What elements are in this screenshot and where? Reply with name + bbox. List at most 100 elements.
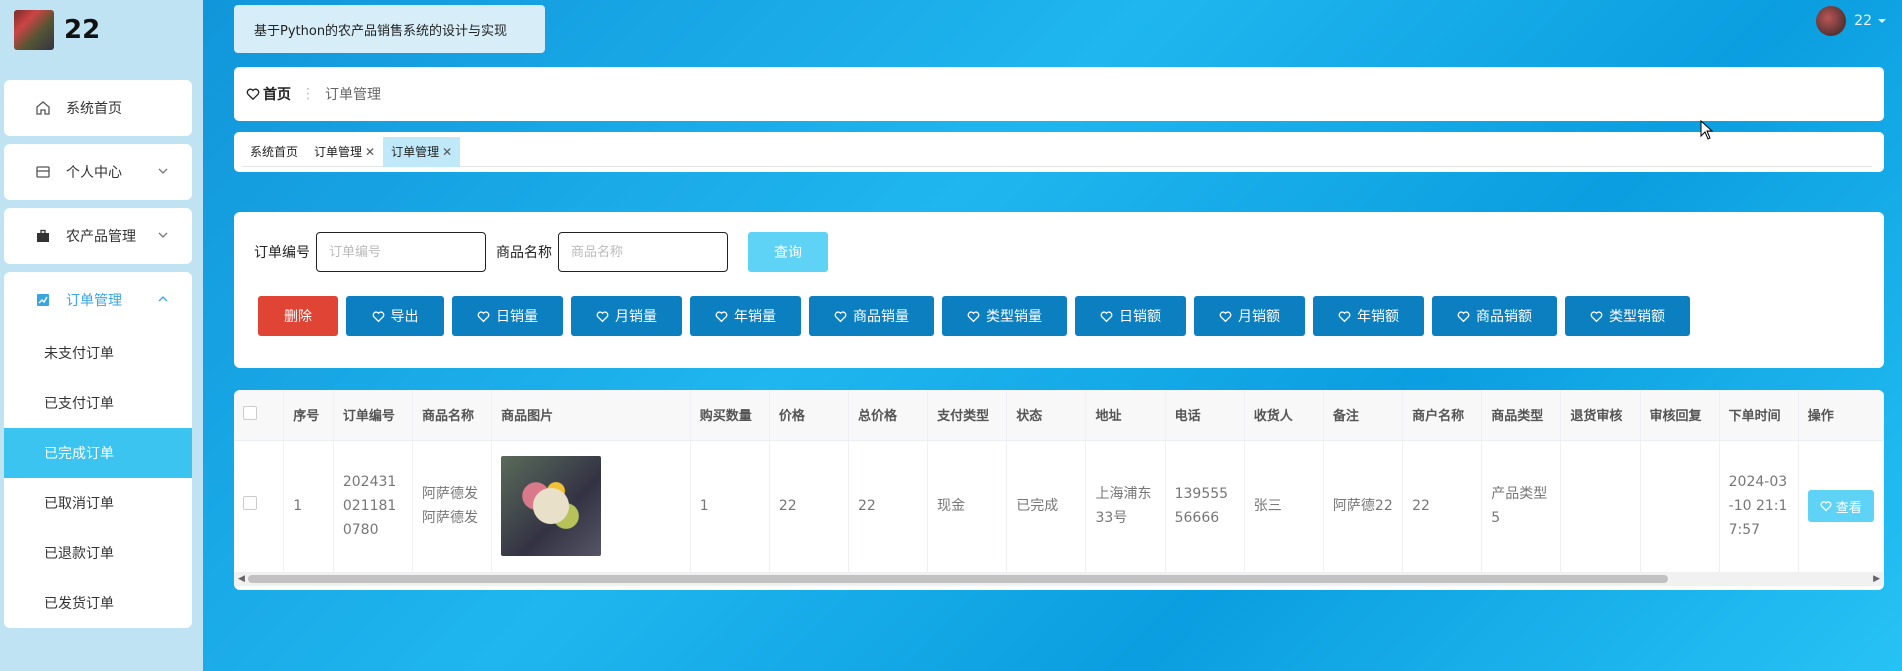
mouse-cursor-icon [1700, 120, 1714, 140]
heart-icon [477, 310, 490, 322]
brand: 22 [14, 10, 100, 50]
breadcrumb-home[interactable]: 首页 [246, 84, 291, 104]
export-button[interactable]: 导出 [346, 296, 444, 336]
header-cell: 订单编号 [333, 390, 414, 441]
scroll-right-icon[interactable]: ▶ [1873, 574, 1880, 584]
goods-name-input[interactable] [558, 232, 728, 272]
heart-icon [1219, 310, 1232, 322]
goods-name-label: 商品名称 [496, 245, 552, 261]
table-row: 1 2024310211810780 阿萨德发阿萨德发 1 22 22 现金 已… [234, 440, 1884, 572]
horizontal-scrollbar[interactable]: ◀ ▶ [234, 572, 1884, 586]
cell-index: 1 [283, 440, 334, 572]
query-button[interactable]: 查询 [748, 232, 828, 272]
type-amount-button[interactable]: 类型销额 [1565, 296, 1690, 336]
delete-label: 删除 [284, 309, 312, 325]
table-header-row: 序号 订单编号 商品名称 商品图片 购买数量 价格 总价格 支付类型 状态 地址… [234, 390, 1884, 441]
yearly-amount-button[interactable]: 年销额 [1313, 296, 1424, 336]
header-cell: 备注 [1323, 390, 1404, 441]
cell-phone: 13955556666 [1165, 440, 1245, 572]
header-cell: 商品图片 [491, 390, 691, 441]
sidebar-item-order-management[interactable]: 订单管理 [4, 272, 192, 328]
card-icon [34, 163, 52, 181]
cell-total: 22 [848, 440, 929, 572]
cell-goods-name: 阿萨德发阿萨德发 [412, 440, 493, 572]
heart-icon [1820, 501, 1832, 512]
search-row: 订单编号 商品名称 查询 [254, 232, 828, 272]
sidebar-item-personal-center[interactable]: 个人中心 [4, 144, 192, 200]
cell-address: 上海浦东33号 [1085, 440, 1166, 572]
sidebar-subitem-refunded[interactable]: 已退款订单 [4, 528, 192, 578]
sidebar-subitem-cancelled[interactable]: 已取消订单 [4, 478, 192, 528]
yearly-sales-label: 年销量 [734, 309, 776, 325]
header-cell: 审核回复 [1640, 390, 1720, 441]
sidebar-item-label: 订单管理 [66, 293, 122, 309]
sidebar: 22 系统首页 个人中心 农产品管理 订单管理 未支付订单 已支付订单 已完成订… [0, 0, 203, 671]
orders-table: 序号 订单编号 商品名称 商品图片 购买数量 价格 总价格 支付类型 状态 地址… [234, 390, 1884, 590]
daily-amount-button[interactable]: 日销额 [1075, 296, 1186, 336]
cell-status: 已完成 [1006, 440, 1087, 572]
cell-quantity: 1 [690, 440, 770, 572]
header-cell: 商品名称 [412, 390, 493, 441]
heart-icon [1590, 310, 1603, 322]
monthly-amount-button[interactable]: 月销额 [1194, 296, 1305, 336]
avatar[interactable] [1816, 6, 1847, 36]
scroll-left-icon[interactable]: ◀ [238, 574, 245, 584]
tab-order-management-active[interactable]: 订单管理 ✕ [383, 136, 461, 167]
sidebar-subitem-shipped[interactable]: 已发货订单 [4, 578, 192, 628]
scrollbar-thumb[interactable] [248, 575, 1668, 583]
monthly-sales-label: 月销量 [615, 309, 657, 325]
delete-button[interactable]: 删除 [258, 296, 338, 336]
close-icon[interactable]: ✕ [365, 145, 375, 159]
row-checkbox[interactable] [234, 440, 285, 572]
sidebar-item-label: 个人中心 [66, 165, 122, 181]
sidebar-subitem-completed[interactable]: 已完成订单 [4, 428, 192, 478]
goods-amount-label: 商品销额 [1476, 309, 1532, 325]
monthly-sales-button[interactable]: 月销量 [571, 296, 682, 336]
select-all-checkbox[interactable] [234, 390, 285, 441]
sidebar-subitem-unpaid[interactable]: 未支付订单 [4, 328, 192, 378]
sidebar-item-produce-management[interactable]: 农产品管理 [4, 208, 192, 264]
header-cell: 电话 [1165, 390, 1245, 441]
tabs-list: 系统首页 订单管理 ✕ 订单管理 ✕ [242, 136, 1872, 167]
monthly-amount-label: 月销额 [1238, 309, 1280, 325]
view-button[interactable]: 查看 [1807, 490, 1874, 523]
search-panel: 订单编号 商品名称 查询 删除 导出 日销量 月销量 年销量 商品销量 类型销量… [234, 212, 1884, 368]
sidebar-item-home[interactable]: 系统首页 [4, 80, 192, 136]
heart-icon [372, 310, 384, 322]
order-no-input[interactable] [316, 232, 486, 272]
cell-receiver: 张三 [1244, 440, 1324, 572]
breadcrumb-current: 订单管理 [325, 87, 381, 103]
action-buttons: 删除 导出 日销量 月销量 年销量 商品销量 类型销量 日销额 月销额 年销额 … [258, 296, 1698, 336]
sidebar-group-order-management: 订单管理 未支付订单 已支付订单 已完成订单 已取消订单 已退款订单 已发货订单 [4, 272, 192, 628]
goods-sales-button[interactable]: 商品销量 [809, 296, 934, 336]
heart-icon [715, 310, 728, 322]
home-icon [34, 99, 52, 117]
goods-image[interactable] [501, 456, 602, 557]
yearly-sales-button[interactable]: 年销量 [690, 296, 801, 336]
header-cell: 收货人 [1244, 390, 1324, 441]
close-icon[interactable]: ✕ [442, 145, 452, 159]
goods-sales-label: 商品销量 [853, 309, 909, 325]
user-menu[interactable]: 22 [1816, 6, 1888, 36]
chevron-down-icon [158, 168, 168, 174]
goods-amount-button[interactable]: 商品销额 [1432, 296, 1557, 336]
export-label: 导出 [390, 309, 419, 325]
type-sales-button[interactable]: 类型销量 [942, 296, 1067, 336]
yearly-amount-label: 年销额 [1357, 309, 1399, 325]
caret-down-icon[interactable] [1876, 15, 1888, 27]
cell-order-time: 2024-03-10 21:17:57 [1719, 440, 1799, 572]
cell-remark: 阿萨德22 [1323, 440, 1404, 572]
cell-merchant: 22 [1402, 440, 1483, 572]
user-name[interactable]: 22 [1854, 13, 1872, 29]
cell-price: 22 [769, 440, 850, 572]
tab-home[interactable]: 系统首页 [242, 137, 306, 167]
sidebar-subitem-paid[interactable]: 已支付订单 [4, 378, 192, 428]
breadcrumb-home-label: 首页 [263, 87, 291, 103]
header-cell: 操作 [1798, 390, 1884, 441]
daily-sales-button[interactable]: 日销量 [452, 296, 563, 336]
tab-order-management[interactable]: 订单管理 ✕ [306, 137, 383, 167]
heart-icon [596, 310, 609, 322]
daily-amount-label: 日销额 [1119, 309, 1161, 325]
heart-icon [1100, 310, 1113, 322]
header-cell: 价格 [769, 390, 850, 441]
